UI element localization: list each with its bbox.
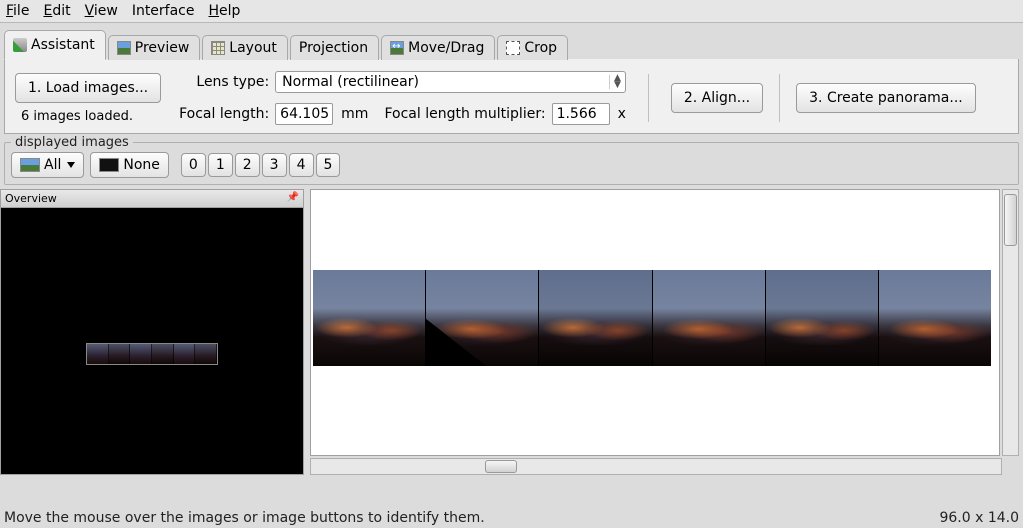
displayed-images-group: displayed images All None 0 1 2 3 4 5 [4,142,1019,185]
create-panorama-button[interactable]: 3. Create panorama... [796,83,976,113]
main-pane [310,189,1019,475]
workspace: Overview 📌 [0,189,1019,475]
tabstrip: Assistant Preview Layout Projection Move… [0,23,1023,59]
tab-movedrag-label: Move/Drag [408,40,484,56]
overview-canvas[interactable] [1,208,303,474]
displayed-images-legend: displayed images [11,135,133,150]
focal-length-label: Focal length: [179,106,269,122]
vscroll-thumb[interactable] [1004,194,1017,246]
menu-file[interactable]: File [6,3,29,19]
grid-icon [211,41,225,55]
image-button-0[interactable]: 0 [181,153,206,177]
all-icon [20,158,40,172]
crop-icon [506,41,520,55]
lens-type-value: Normal (rectilinear) [282,74,419,90]
overview-pane: Overview 📌 [0,189,304,475]
tab-crop-label: Crop [524,40,557,56]
flm-label: Focal length multiplier: [374,106,545,122]
tab-movedrag[interactable]: Move/Drag [381,35,495,60]
menu-edit[interactable]: Edit [43,3,70,19]
tab-assistant-label: Assistant [31,37,95,53]
display-none-button[interactable]: None [90,152,169,178]
tab-crop[interactable]: Crop [497,35,568,60]
focal-length-unit: mm [339,106,368,122]
status-hint: Move the mouse over the images or image … [4,510,485,526]
flm-unit: x [616,106,626,122]
image-button-5[interactable]: 5 [316,153,341,177]
menubar: File Edit View Interface Help [0,0,1023,23]
wand-icon [13,38,27,52]
menu-help[interactable]: Help [209,3,241,19]
load-images-button[interactable]: 1. Load images... [15,73,161,103]
status-bar: Move the mouse over the images or image … [4,510,1019,526]
tab-preview[interactable]: Preview [108,35,201,60]
assistant-panel: 1. Load images... 6 images loaded. Lens … [4,59,1019,134]
image-icon [117,41,131,55]
lens-type-combo[interactable]: Normal (rectilinear) ▲▼ [275,71,626,93]
focal-length-input[interactable] [275,103,333,125]
tab-preview-label: Preview [135,40,190,56]
image-button-4[interactable]: 4 [289,153,314,177]
image-button-1[interactable]: 1 [208,153,233,177]
menu-interface[interactable]: Interface [132,3,195,19]
spin-icon[interactable]: ▲▼ [609,75,621,89]
chevron-down-icon [67,162,75,168]
move-icon [390,41,404,55]
overview-header: Overview 📌 [1,190,303,208]
display-none-label: None [123,157,160,173]
status-coords: 96.0 x 14.0 [939,510,1019,526]
vertical-scrollbar[interactable] [1002,189,1019,456]
display-all-button[interactable]: All [11,152,84,178]
overview-thumbnail [86,343,218,365]
flm-input[interactable] [552,103,610,125]
separator [648,74,649,122]
align-button[interactable]: 2. Align... [671,83,763,113]
lens-type-label: Lens type: [179,74,269,90]
menu-view[interactable]: View [85,3,118,19]
separator [779,74,780,122]
tab-projection-label: Projection [299,40,368,56]
overview-title: Overview [5,192,57,205]
panorama-strip [313,270,991,366]
display-all-label: All [44,157,61,173]
hscroll-thumb[interactable] [485,460,517,473]
images-loaded-text: 6 images loaded. [15,109,161,124]
tab-projection[interactable]: Projection [290,35,379,60]
preview-canvas[interactable] [310,189,1000,456]
tab-layout[interactable]: Layout [202,35,288,60]
image-button-3[interactable]: 3 [262,153,287,177]
horizontal-scrollbar[interactable] [310,458,1002,475]
tab-assistant[interactable]: Assistant [4,30,106,60]
image-button-2[interactable]: 2 [235,153,260,177]
none-icon [99,158,119,172]
tab-layout-label: Layout [229,40,277,56]
pin-icon[interactable]: 📌 [287,192,299,205]
image-number-buttons: 0 1 2 3 4 5 [181,153,341,177]
